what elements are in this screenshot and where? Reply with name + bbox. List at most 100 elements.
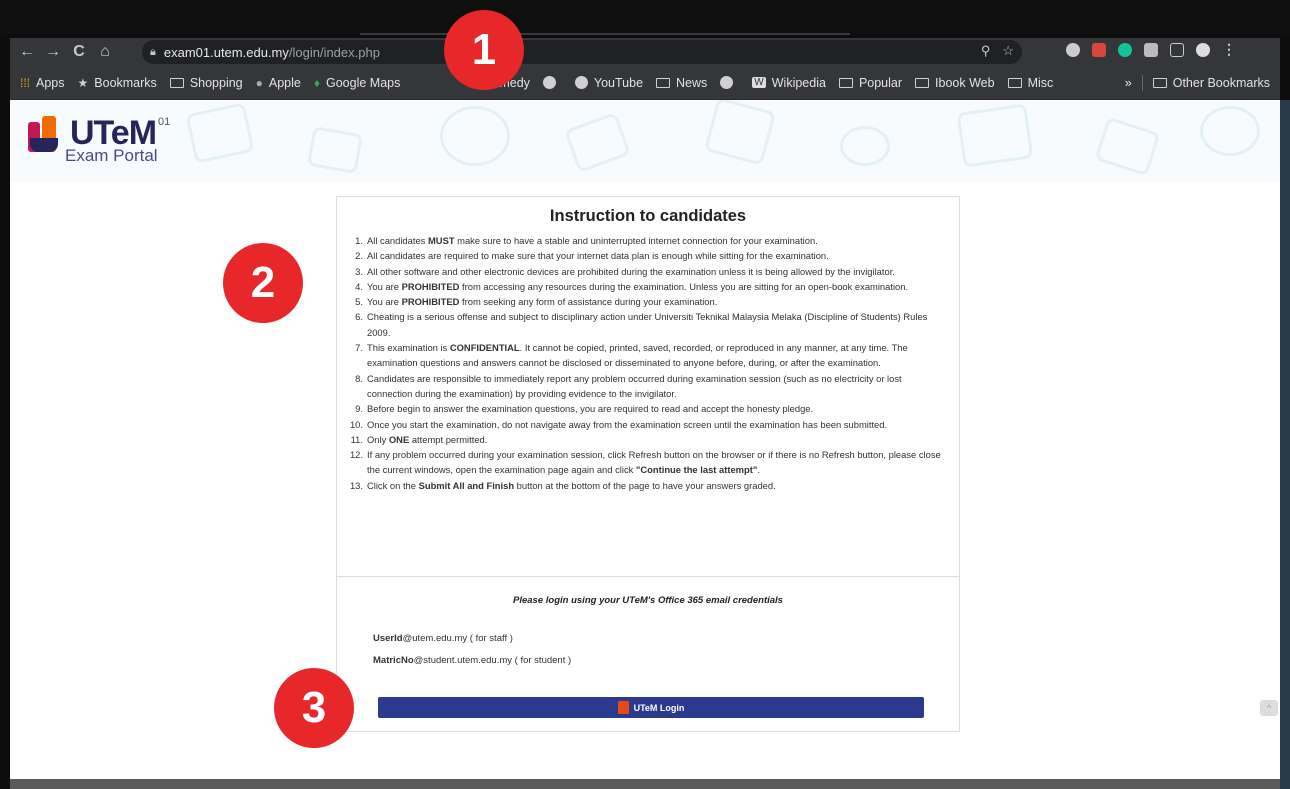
instruction-item: 9. Before begin to answer the examination… — [347, 401, 949, 416]
forward-arrow-icon[interactable]: → — [40, 39, 66, 65]
instruction-text: If any problem occurred during your exam… — [367, 449, 941, 476]
bookmark-wikipedia[interactable]: W Wikipedia — [752, 76, 826, 90]
background-doodle — [703, 100, 777, 166]
home-icon[interactable]: ⌂ — [92, 39, 118, 65]
bookmark-apple[interactable]: ● Apple — [256, 76, 301, 90]
background-doodle — [563, 111, 632, 174]
instruction-number: 11. — [350, 433, 363, 445]
portal-header: UTeM 01 Exam Portal — [10, 100, 1280, 182]
bookmark-apps[interactable]: ⁞⁞⁞ Apps — [20, 76, 65, 90]
bookmark-news[interactable]: News — [656, 76, 707, 90]
back-arrow-icon[interactable]: ← — [14, 39, 40, 65]
maps-pin-icon: ♦ — [313, 75, 320, 90]
bookmark-shopping[interactable]: Shopping — [169, 76, 243, 90]
bookmark-youtube[interactable]: YouTube — [574, 76, 643, 90]
scroll-to-top-button[interactable]: ^ — [1260, 700, 1278, 716]
instruction-item: 5. You are PROHIBITED from seeking any fo… — [347, 294, 949, 309]
active-tab-indicator — [360, 33, 850, 35]
instruction-item: 7. This examination is CONFIDENTIAL. It c… — [347, 340, 949, 371]
annotation-marker-3: 3 — [274, 668, 354, 748]
folder-icon — [656, 77, 671, 88]
student-credential-hint: MatricNo@student.utem.edu.my ( for stude… — [373, 655, 572, 666]
instruction-item: 11. Only ONE attempt permitted. — [347, 432, 949, 447]
divider — [1141, 75, 1143, 91]
instruction-text: You are PROHIBITED from accessing any re… — [367, 280, 909, 292]
staff-credential-hint: UserId@utem.edu.my ( for staff ) — [373, 633, 513, 644]
instruction-text: Once you start the examination, do not n… — [367, 418, 888, 430]
folder-icon — [169, 77, 184, 88]
profile-avatar-icon[interactable] — [1196, 42, 1210, 57]
instruction-item: 6. Cheating is a serious offense and subj… — [347, 309, 949, 340]
background-doodle — [840, 126, 890, 166]
annotation-marker-2: 2 — [223, 243, 303, 323]
extension-wordpress-icon[interactable] — [1066, 42, 1080, 57]
instruction-text: Only ONE attempt permitted. — [367, 433, 488, 445]
instruction-item: 8. Candidates are responsible to immediat… — [347, 371, 949, 402]
web-page: UTeM 01 Exam Portal Instruction to candi… — [10, 100, 1280, 780]
extension-printer-icon[interactable] — [1144, 42, 1158, 57]
bookmarks-overflow-button[interactable]: » — [1125, 76, 1132, 90]
instruction-text: Candidates are responsible to immediatel… — [367, 372, 902, 399]
menu-kebab-icon[interactable]: ⋮ — [1222, 41, 1236, 58]
instructions-title: Instruction to candidates — [549, 207, 747, 225]
other-bookmarks[interactable]: Other Bookmarks — [1173, 76, 1270, 90]
cast-icon[interactable] — [1170, 42, 1184, 57]
bookmarks-bar: ⁞⁞⁞ Apps ★ Bookmarks Shopping ● Apple ♦ Goog… — [10, 66, 1280, 100]
star-icon: ★ — [77, 75, 89, 90]
instruction-text: This examination is CONFIDENTIAL. It can… — [367, 342, 908, 369]
apps-icon: ⁞⁞⁞ — [20, 75, 31, 90]
utem-logo-mark-icon — [26, 116, 66, 156]
extensions-area: ⋮ — [1066, 41, 1236, 58]
instruction-number: 12. — [349, 449, 363, 461]
bookmark-popular[interactable]: Popular — [838, 76, 902, 90]
url-path: /login/index.php — [288, 44, 380, 60]
instruction-item: 3. All other software and other electroni… — [347, 264, 949, 279]
background-doodle — [185, 102, 255, 164]
instruction-text: You are PROHIBITED from seeking any form… — [367, 296, 718, 308]
utem-login-button[interactable]: UTeM Login — [378, 697, 924, 718]
card-divider — [337, 576, 959, 577]
extension-grammarly-icon[interactable] — [1118, 42, 1132, 57]
folder-icon — [915, 77, 930, 88]
instruction-number: 5. — [355, 296, 363, 308]
instruction-item: 12. If any problem occurred during your e… — [347, 447, 949, 478]
bookmark-globe-2[interactable] — [720, 76, 739, 89]
instruction-number: 3. — [355, 265, 363, 277]
instruction-text: Cheating is a serious offense and subjec… — [367, 311, 928, 338]
folder-icon — [1152, 78, 1167, 88]
page-footer — [10, 779, 1280, 789]
instruction-item: 13. Click on the Submit All and Finish bu… — [347, 478, 949, 493]
globe-icon — [720, 76, 734, 89]
folder-icon — [1007, 77, 1022, 88]
bookmark-google-maps[interactable]: ♦ Google Maps — [314, 76, 400, 90]
office365-icon — [617, 701, 629, 714]
bookmark-globe[interactable] — [542, 76, 562, 89]
reload-icon[interactable]: C — [66, 39, 92, 65]
bookmark-misc[interactable]: Misc — [1007, 76, 1053, 90]
address-bar[interactable]: 🔒︎ exam01.utem.edu.my/login/index.php ⚲ … — [142, 40, 1022, 64]
instruction-item: 4. You are PROHIBITED from accessing any … — [347, 279, 949, 294]
bookmark-bookmarks[interactable]: ★ Bookmarks — [78, 76, 157, 90]
globe-icon — [574, 76, 588, 89]
instructions-card: Instruction to candidates 1. All candidat… — [336, 196, 960, 732]
instruction-item: 2. All candidates are required to make su… — [347, 248, 949, 263]
globe-icon — [542, 76, 556, 89]
instruction-number: 6. — [355, 311, 363, 323]
instruction-text: All candidates are required to make sure… — [367, 250, 829, 262]
login-note: Please login using your UTeM's Office 36… — [513, 595, 783, 606]
browser-tab-strip — [0, 0, 1290, 34]
browser-toolbar: ← → C ⌂ 🔒︎ exam01.utem.edu.my/login/inde… — [10, 38, 1280, 66]
instruction-item: 1. All candidates MUST make sure to have … — [347, 233, 949, 248]
zoom-icon[interactable]: ⚲ — [981, 43, 991, 59]
apple-icon: ● — [255, 75, 263, 90]
instruction-number: 7. — [355, 342, 363, 354]
extension-red-icon[interactable] — [1092, 42, 1106, 57]
instruction-text: Click on the Submit All and Finish butto… — [367, 479, 776, 491]
bookmark-star-icon[interactable]: ☆ — [1002, 43, 1014, 59]
instruction-text: All candidates MUST make sure to have a … — [367, 235, 818, 246]
annotation-marker-1: 1 — [444, 10, 524, 90]
instruction-number: 2. — [355, 250, 363, 262]
instruction-item: 10. Once you start the examination, do no… — [347, 417, 949, 432]
bookmark-ibook-web[interactable]: Ibook Web — [915, 76, 995, 90]
instruction-number: 4. — [355, 280, 363, 292]
